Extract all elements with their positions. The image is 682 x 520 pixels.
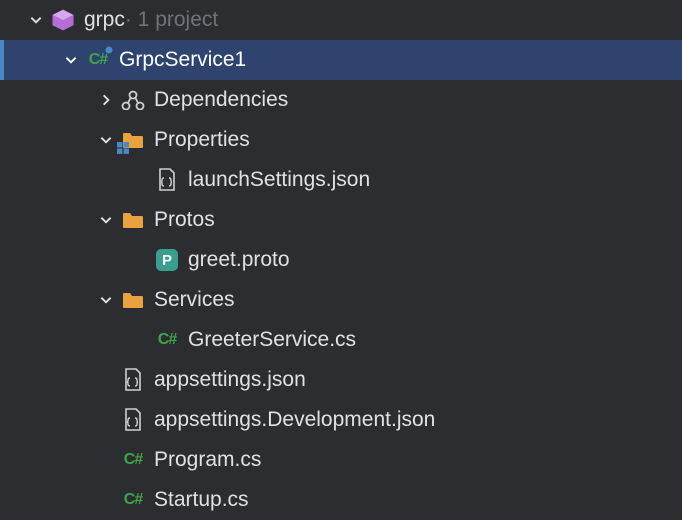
project-row[interactable]: C# GrpcService1 (0, 40, 682, 80)
chevron-down-icon[interactable] (92, 286, 120, 314)
project-name: GrpcService1 (119, 48, 246, 72)
dependencies-icon (120, 87, 146, 113)
services-row[interactable]: Services (0, 280, 682, 320)
launch-settings-row[interactable]: launchSettings.json (0, 160, 682, 200)
csharp-file-icon: C# (154, 327, 180, 353)
project-tree: grpc · 1 project C# GrpcService1 (0, 0, 682, 520)
solution-icon (50, 7, 76, 33)
chevron-down-icon[interactable] (22, 6, 50, 34)
csharp-file-icon: C# (120, 487, 146, 513)
proto-file-icon: P (154, 247, 180, 273)
folder-icon (120, 207, 146, 233)
solution-name: grpc (84, 8, 125, 32)
appsettings-dev-label: appsettings.Development.json (154, 408, 435, 432)
greeter-service-label: GreeterService.cs (188, 328, 356, 352)
chevron-down-icon[interactable] (92, 126, 120, 154)
greet-proto-row[interactable]: P greet.proto (0, 240, 682, 280)
dependencies-row[interactable]: Dependencies (0, 80, 682, 120)
services-label: Services (154, 288, 235, 312)
launch-settings-label: launchSettings.json (188, 168, 370, 192)
properties-label: Properties (154, 128, 250, 152)
appsettings-row[interactable]: appsettings.json (0, 360, 682, 400)
folder-icon (120, 287, 146, 313)
csharp-file-icon: C# (120, 447, 146, 473)
greeter-service-row[interactable]: C# GreeterService.cs (0, 320, 682, 360)
solution-suffix: · 1 project (125, 8, 218, 32)
protos-label: Protos (154, 208, 215, 232)
properties-row[interactable]: Properties (0, 120, 682, 160)
json-file-icon (120, 407, 146, 433)
chevron-right-icon[interactable] (92, 86, 120, 114)
json-file-icon (154, 167, 180, 193)
appsettings-label: appsettings.json (154, 368, 306, 392)
csharp-project-icon: C# (85, 47, 111, 73)
appsettings-dev-row[interactable]: appsettings.Development.json (0, 400, 682, 440)
dependencies-label: Dependencies (154, 88, 288, 112)
solution-row[interactable]: grpc · 1 project (0, 0, 682, 40)
startup-row[interactable]: C# Startup.cs (0, 480, 682, 520)
program-label: Program.cs (154, 448, 261, 472)
startup-label: Startup.cs (154, 488, 249, 512)
properties-folder-icon (120, 127, 146, 153)
json-file-icon (120, 367, 146, 393)
program-row[interactable]: C# Program.cs (0, 440, 682, 480)
protos-row[interactable]: Protos (0, 200, 682, 240)
chevron-down-icon[interactable] (57, 46, 85, 74)
greet-proto-label: greet.proto (188, 248, 290, 272)
chevron-down-icon[interactable] (92, 206, 120, 234)
